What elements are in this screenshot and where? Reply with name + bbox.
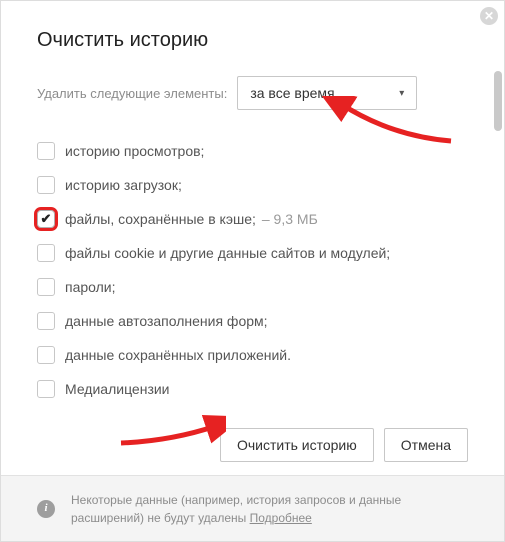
option-checkbox[interactable] xyxy=(37,312,55,330)
option-label: данные автозаполнения форм; xyxy=(65,313,268,329)
option-checkbox[interactable] xyxy=(37,278,55,296)
option-label: пароли; xyxy=(65,279,116,295)
option-label: данные сохранённых приложений. xyxy=(65,347,291,363)
cancel-button[interactable]: Отмена xyxy=(384,428,468,462)
info-icon: i xyxy=(37,500,55,518)
option-row: данные автозаполнения форм; xyxy=(37,304,468,338)
option-row: историю загрузок; xyxy=(37,168,468,202)
option-label: файлы cookie и другие данные сайтов и мо… xyxy=(65,245,390,261)
option-row: пароли; xyxy=(37,270,468,304)
clear-button-label: Очистить историю xyxy=(237,437,357,453)
option-row: файлы, сохранённые в кэше; – 9,3 МБ xyxy=(37,202,468,236)
option-checkbox[interactable] xyxy=(37,380,55,398)
dialog-title: Очистить историю xyxy=(37,29,468,52)
time-range-row: Удалить следующие элементы: за все время… xyxy=(37,76,468,110)
footer-text: Некоторые данные (например, история запр… xyxy=(71,493,401,525)
time-range-value: за все время xyxy=(250,85,334,101)
option-checkbox[interactable] xyxy=(37,176,55,194)
cancel-button-label: Отмена xyxy=(401,437,451,453)
options-list: историю просмотров; историю загрузок; файл… xyxy=(37,134,468,406)
time-range-label: Удалить следующие элементы: xyxy=(37,86,227,101)
option-checkbox[interactable] xyxy=(37,346,55,364)
time-range-select[interactable]: за все время ▾ xyxy=(237,76,417,110)
option-suffix: – 9,3 МБ xyxy=(262,211,318,227)
option-label: историю просмотров; xyxy=(65,143,204,159)
footer-text-wrap: Некоторые данные (например, история запр… xyxy=(71,491,476,527)
button-row: Очистить историю Отмена xyxy=(37,428,468,462)
clear-button[interactable]: Очистить историю xyxy=(220,428,374,462)
footer-more-link[interactable]: Подробнее xyxy=(250,511,312,525)
option-checkbox[interactable] xyxy=(37,244,55,262)
option-checkbox[interactable] xyxy=(37,142,55,160)
option-row: данные сохранённых приложений. xyxy=(37,338,468,372)
option-label: историю загрузок; xyxy=(65,177,182,193)
footer-note: i Некоторые данные (например, история за… xyxy=(1,475,504,541)
option-label: файлы, сохранённые в кэше; xyxy=(65,211,256,227)
option-row: историю просмотров; xyxy=(37,134,468,168)
clear-history-dialog: ✕ Очистить историю Удалить следующие эле… xyxy=(0,0,505,542)
option-row: файлы cookie и другие данные сайтов и мо… xyxy=(37,236,468,270)
option-label: Медиалицензии xyxy=(65,381,170,397)
option-row: Медиалицензии xyxy=(37,372,468,406)
scrollbar-thumb[interactable] xyxy=(494,71,502,131)
chevron-down-icon: ▾ xyxy=(399,88,404,99)
dialog-content: Очистить историю Удалить следующие элеме… xyxy=(1,1,504,461)
option-checkbox[interactable] xyxy=(37,210,55,228)
